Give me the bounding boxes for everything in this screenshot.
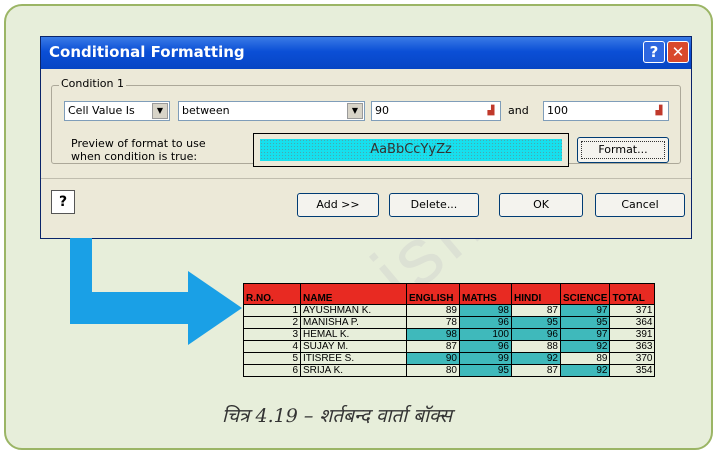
cell-name: HEMAL K. xyxy=(300,328,407,341)
cell-english: 89 xyxy=(406,304,460,317)
table-row: 1 AYUSHMAN K. 89 98 87 97 371 xyxy=(243,304,656,317)
format-button[interactable]: Format... xyxy=(577,137,669,163)
value2-text: 100 xyxy=(547,104,568,117)
format-button-label: Format... xyxy=(581,141,665,159)
cell-hindi: 92 xyxy=(511,352,561,365)
cell-rno: 3 xyxy=(243,328,301,341)
header-hindi: HINDI xyxy=(511,283,561,305)
table-row: 5 ITISREE S. 90 99 92 89 370 xyxy=(243,352,656,365)
divider xyxy=(41,178,691,179)
value2-input[interactable]: 100 ▟ xyxy=(543,101,669,121)
cell-science: 89 xyxy=(559,352,611,365)
operator-text: between xyxy=(182,104,230,117)
format-preview-box: AaBbCcYyZz xyxy=(253,133,569,167)
pointer-arrow-icon xyxy=(70,238,242,345)
cell-rno: 2 xyxy=(243,316,301,329)
cell-name: SUJAY M. xyxy=(300,340,407,353)
help-icon[interactable]: ? xyxy=(51,190,75,214)
cell-rno: 4 xyxy=(243,340,301,353)
chevron-down-icon[interactable]: ▼ xyxy=(347,103,363,119)
value1-text: 90 xyxy=(375,104,389,117)
cell-hindi: 95 xyxy=(511,316,561,329)
range-select-icon[interactable]: ▟ xyxy=(484,104,498,118)
cell-science: 97 xyxy=(559,304,611,317)
header-total: TOTAL xyxy=(609,283,656,305)
cancel-button[interactable]: Cancel xyxy=(595,193,685,217)
marks-table: R.NO. NAME ENGLISH MATHS HINDI SCIENCE T… xyxy=(243,283,656,377)
cell-total: 371 xyxy=(609,304,656,317)
table-row: 3 HEMAL K. 98 100 96 97 391 xyxy=(243,328,656,341)
range-select-icon[interactable]: ▟ xyxy=(652,104,666,118)
table-header-row: R.NO. NAME ENGLISH MATHS HINDI SCIENCE T… xyxy=(243,283,656,305)
cell-name: ITISREE S. xyxy=(300,352,407,365)
cell-maths: 98 xyxy=(459,304,512,317)
table-row: 2 MANISHA P. 78 96 95 95 364 xyxy=(243,316,656,329)
cell-english: 90 xyxy=(406,352,460,365)
title-bar[interactable]: Conditional Formatting ? ✕ xyxy=(41,37,691,69)
cell-maths: 96 xyxy=(459,316,512,329)
cell-total: 364 xyxy=(609,316,656,329)
cell-value-dropdown[interactable]: Cell Value Is ▼ xyxy=(64,101,170,121)
close-button[interactable]: ✕ xyxy=(667,41,689,63)
cell-hindi: 96 xyxy=(511,328,561,341)
cell-english: 80 xyxy=(406,364,460,377)
cell-maths: 95 xyxy=(459,364,512,377)
cell-maths: 96 xyxy=(459,340,512,353)
cell-total: 363 xyxy=(609,340,656,353)
cell-maths: 99 xyxy=(459,352,512,365)
operator-dropdown[interactable]: between ▼ xyxy=(178,101,365,121)
cell-total: 391 xyxy=(609,328,656,341)
cell-name: SRIJA K. xyxy=(300,364,407,377)
header-english: ENGLISH xyxy=(406,283,460,305)
cell-english: 87 xyxy=(406,340,460,353)
cell-rno: 5 xyxy=(243,352,301,365)
cell-name: MANISHA P. xyxy=(300,316,407,329)
header-name: NAME xyxy=(300,283,407,305)
cell-english: 98 xyxy=(406,328,460,341)
ok-button[interactable]: OK xyxy=(499,193,583,217)
cell-science: 92 xyxy=(559,364,611,377)
cell-rno: 6 xyxy=(243,364,301,377)
header-science: SCIENCE xyxy=(559,283,611,305)
cell-science: 97 xyxy=(559,328,611,341)
cell-rno: 1 xyxy=(243,304,301,317)
cell-name: AYUSHMAN K. xyxy=(300,304,407,317)
condition-label: Condition 1 xyxy=(59,77,126,90)
cell-science: 95 xyxy=(559,316,611,329)
cell-hindi: 87 xyxy=(511,304,561,317)
cell-hindi: 88 xyxy=(511,340,561,353)
dialog-title: Conditional Formatting xyxy=(49,43,245,61)
cell-maths: 100 xyxy=(459,328,512,341)
cell-total: 370 xyxy=(609,352,656,365)
preview-label-line2: when condition is true: xyxy=(71,150,198,163)
cell-hindi: 87 xyxy=(511,364,561,377)
cell-value-text: Cell Value Is xyxy=(68,104,135,117)
preview-sample: AaBbCcYyZz xyxy=(260,139,562,161)
and-label: and xyxy=(508,104,529,117)
help-title-button[interactable]: ? xyxy=(643,41,665,63)
chevron-down-icon[interactable]: ▼ xyxy=(152,103,168,119)
value1-input[interactable]: 90 ▟ xyxy=(371,101,501,121)
cell-english: 78 xyxy=(406,316,460,329)
header-maths: MATHS xyxy=(459,283,512,305)
table-row: 4 SUJAY M. 87 96 88 92 363 xyxy=(243,340,656,353)
cell-total: 354 xyxy=(609,364,656,377)
preview-label-line1: Preview of format to use xyxy=(71,137,206,150)
table-row: 6 SRIJA K. 80 95 87 92 354 xyxy=(243,364,656,377)
cell-science: 92 xyxy=(559,340,611,353)
figure-caption: चित्र 4.19 – शर्तबन्द वार्ता बॉक्स xyxy=(222,405,453,427)
delete-button[interactable]: Delete... xyxy=(389,193,479,217)
header-rno: R.NO. xyxy=(243,283,301,305)
add-button[interactable]: Add >> xyxy=(297,193,379,217)
conditional-formatting-dialog: Conditional Formatting ? ✕ Condition 1 C… xyxy=(40,36,692,239)
